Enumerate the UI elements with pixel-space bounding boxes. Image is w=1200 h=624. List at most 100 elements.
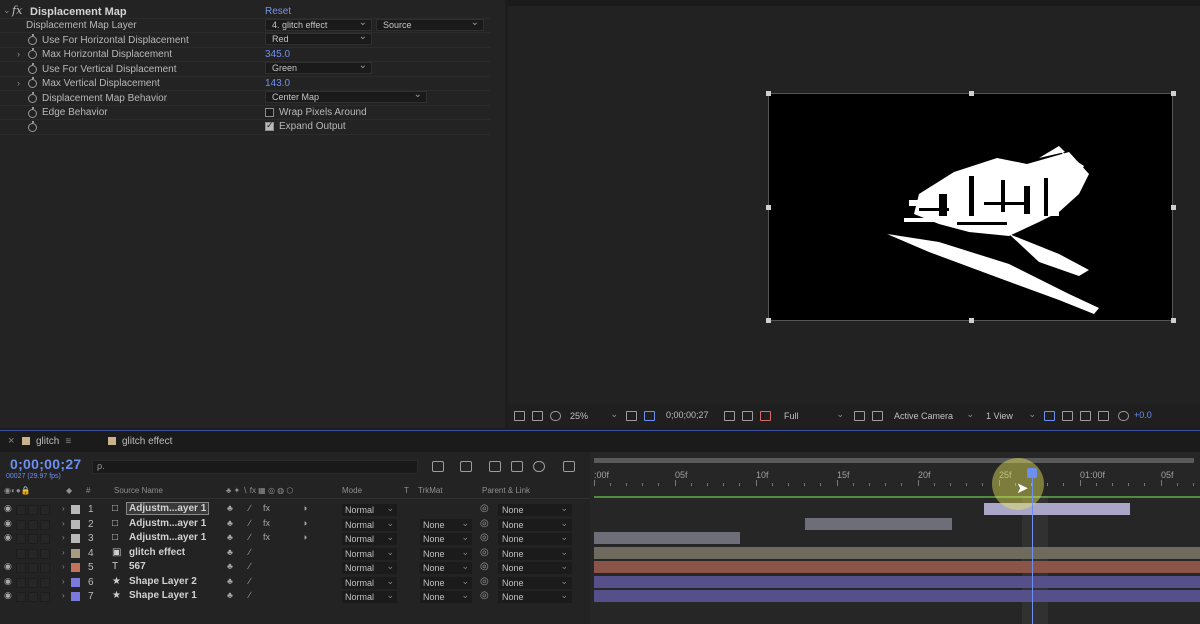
audio-toggle[interactable] (16, 577, 26, 588)
shy-switch-icon[interactable]: ♣ (227, 561, 233, 571)
fast-preview-icon[interactable] (854, 411, 865, 421)
lock-toggle[interactable] (40, 577, 50, 588)
lock-toggle[interactable] (40, 563, 50, 573)
parent-dropdown[interactable]: None (498, 531, 572, 545)
track-matte-dropdown[interactable]: None (420, 589, 472, 603)
twirl-right-icon[interactable]: › (62, 548, 65, 557)
eye-icon[interactable]: ◉ (4, 576, 12, 587)
pick-whip-icon[interactable]: ◎ (480, 518, 489, 529)
time-ruler[interactable]: :00f 05f 10f 15f 20f 25f 01:00f 05f (590, 462, 1200, 486)
lock-toggle[interactable] (40, 534, 50, 544)
twirl-right-icon[interactable]: › (62, 519, 65, 528)
lock-toggle[interactable] (40, 519, 50, 530)
layer-duration-bar[interactable] (594, 590, 1200, 602)
twirl-right-icon[interactable]: › (62, 533, 65, 542)
quality-switch-icon[interactable]: ∕ (249, 503, 251, 513)
shy-switch-icon[interactable]: ♣ (227, 547, 233, 557)
blend-mode-dropdown[interactable]: Normal (342, 517, 397, 531)
camera-dropdown[interactable]: Active Camera (890, 407, 976, 423)
displacement-layer-dropdown[interactable]: 4. glitch effect (265, 18, 372, 31)
color-channels-icon[interactable] (760, 411, 771, 421)
exposure-value[interactable]: +0.0 (1134, 410, 1152, 420)
layer-name[interactable]: Adjustm...ayer 1 (129, 532, 206, 543)
blend-mode-dropdown[interactable]: Normal (342, 589, 397, 603)
track-matte-dropdown[interactable]: None (420, 517, 472, 531)
reset-link[interactable]: Reset (265, 6, 291, 17)
pick-whip-icon[interactable]: ◎ (480, 532, 489, 543)
toggle-pixel-aspect-icon[interactable] (1044, 411, 1055, 421)
twirl-right-icon[interactable]: › (62, 504, 65, 513)
quality-switch-icon[interactable]: ∕ (249, 547, 251, 557)
playhead-line[interactable] (1032, 472, 1033, 624)
shy-switch-icon[interactable]: ♣ (227, 503, 233, 513)
quality-switch-icon[interactable]: ∕ (249, 576, 251, 586)
shy-switch-icon[interactable]: ♣ (227, 532, 233, 542)
quality-switch-icon[interactable]: ∕ (249, 518, 251, 528)
wrap-pixels-checkbox[interactable] (265, 108, 274, 117)
fx-icon[interactable]: fx (12, 4, 22, 17)
twirl-right-icon[interactable]: › (17, 78, 20, 88)
stopwatch-icon[interactable] (28, 48, 37, 59)
region-of-interest-icon[interactable] (644, 411, 655, 421)
menu-icon[interactable]: ≡ (65, 436, 71, 447)
pick-whip-icon[interactable]: ◎ (480, 576, 489, 587)
track-matte-dropdown[interactable]: None (420, 560, 472, 574)
parent-dropdown[interactable]: None (498, 589, 572, 603)
solo-toggle[interactable] (28, 548, 38, 559)
comp-mini-flowchart-icon[interactable] (432, 461, 444, 472)
mask-visibility-icon[interactable] (550, 411, 561, 421)
layer-row[interactable]: ◉ › 2 □ Adjustm...ayer 1 ♣ ∕ fx ◑ Normal None ◎ None (0, 517, 590, 532)
audio-toggle[interactable] (16, 563, 26, 573)
shy-switch-icon[interactable]: ♣ (227, 576, 233, 586)
pick-whip-icon[interactable]: ◎ (480, 547, 489, 558)
current-time-display[interactable]: 0;00;00;27 (10, 456, 82, 472)
pick-whip-icon[interactable]: ◎ (480, 503, 489, 514)
layer-row[interactable]: ◉ › 6 ★ Shape Layer 2 ♣ ∕ Normal None ◎ None (0, 575, 590, 590)
timeline-icon[interactable] (1062, 411, 1073, 421)
layer-name[interactable]: Adjustm...ayer 1 (125, 502, 210, 515)
adjustment-layer-icon[interactable]: ◑ (302, 532, 307, 542)
eye-icon[interactable]: ◉ (4, 590, 12, 601)
layer-name[interactable]: Shape Layer 2 (129, 576, 197, 587)
playhead-handle[interactable] (1027, 468, 1037, 478)
eye-icon[interactable]: ◉ (4, 561, 12, 572)
max-horizontal-value[interactable]: 345.0 (265, 49, 290, 60)
stopwatch-icon[interactable] (28, 77, 37, 88)
show-snapshot-icon[interactable] (742, 411, 753, 421)
layer-name[interactable]: Shape Layer 1 (129, 590, 197, 601)
column-source-name[interactable]: Source Name (114, 486, 163, 495)
twirl-down-icon[interactable]: ⌄ (3, 5, 11, 16)
layer-duration-bar[interactable] (594, 561, 1200, 573)
tab-glitch[interactable]: glitch ≡ (22, 435, 71, 449)
layer-duration-bar[interactable] (594, 546, 1200, 559)
blend-mode-dropdown[interactable]: Normal (342, 531, 397, 545)
audio-toggle[interactable] (16, 505, 26, 515)
stopwatch-icon[interactable] (28, 63, 37, 74)
composition-frame[interactable] (766, 91, 1176, 323)
eye-icon[interactable]: ◉ (4, 518, 12, 529)
layer-duration-bar[interactable] (594, 532, 740, 544)
tab-glitch-effect[interactable]: glitch effect (108, 435, 172, 449)
label-color-swatch[interactable] (71, 505, 80, 514)
zoom-dropdown[interactable]: 25% (566, 407, 620, 423)
resize-handle[interactable] (969, 91, 974, 96)
timeline-graph[interactable]: :00f 05f 10f 15f 20f 25f 01:00f 05f ➤ (590, 452, 1200, 624)
layer-row[interactable]: ◉ › 1 □ Adjustm...ayer 1 ♣ ∕ fx ◑ Normal ◎ None (0, 502, 590, 517)
eye-icon[interactable]: ◉ (4, 532, 12, 543)
monitor-icon[interactable] (532, 411, 543, 421)
lock-toggle[interactable] (40, 548, 50, 559)
flowchart-icon[interactable] (1098, 411, 1109, 421)
transparency-grid-icon[interactable] (872, 411, 883, 421)
twirl-right-icon[interactable]: › (62, 591, 65, 600)
audio-toggle[interactable] (16, 519, 26, 530)
resize-handle[interactable] (766, 205, 771, 210)
solo-toggle[interactable] (28, 592, 38, 602)
layer-row[interactable]: ◉ › 7 ★ Shape Layer 1 ♣ ∕ Normal None ◎ None (0, 589, 590, 604)
reset-exposure-icon[interactable] (1118, 411, 1129, 421)
resize-handle[interactable] (766, 91, 771, 96)
graph-editor-icon[interactable] (563, 461, 575, 472)
fx-switch-icon[interactable]: fx (263, 518, 270, 528)
layer-name[interactable]: glitch effect (129, 547, 185, 558)
stopwatch-icon[interactable] (28, 107, 37, 118)
blend-mode-dropdown[interactable]: Normal (342, 575, 397, 589)
